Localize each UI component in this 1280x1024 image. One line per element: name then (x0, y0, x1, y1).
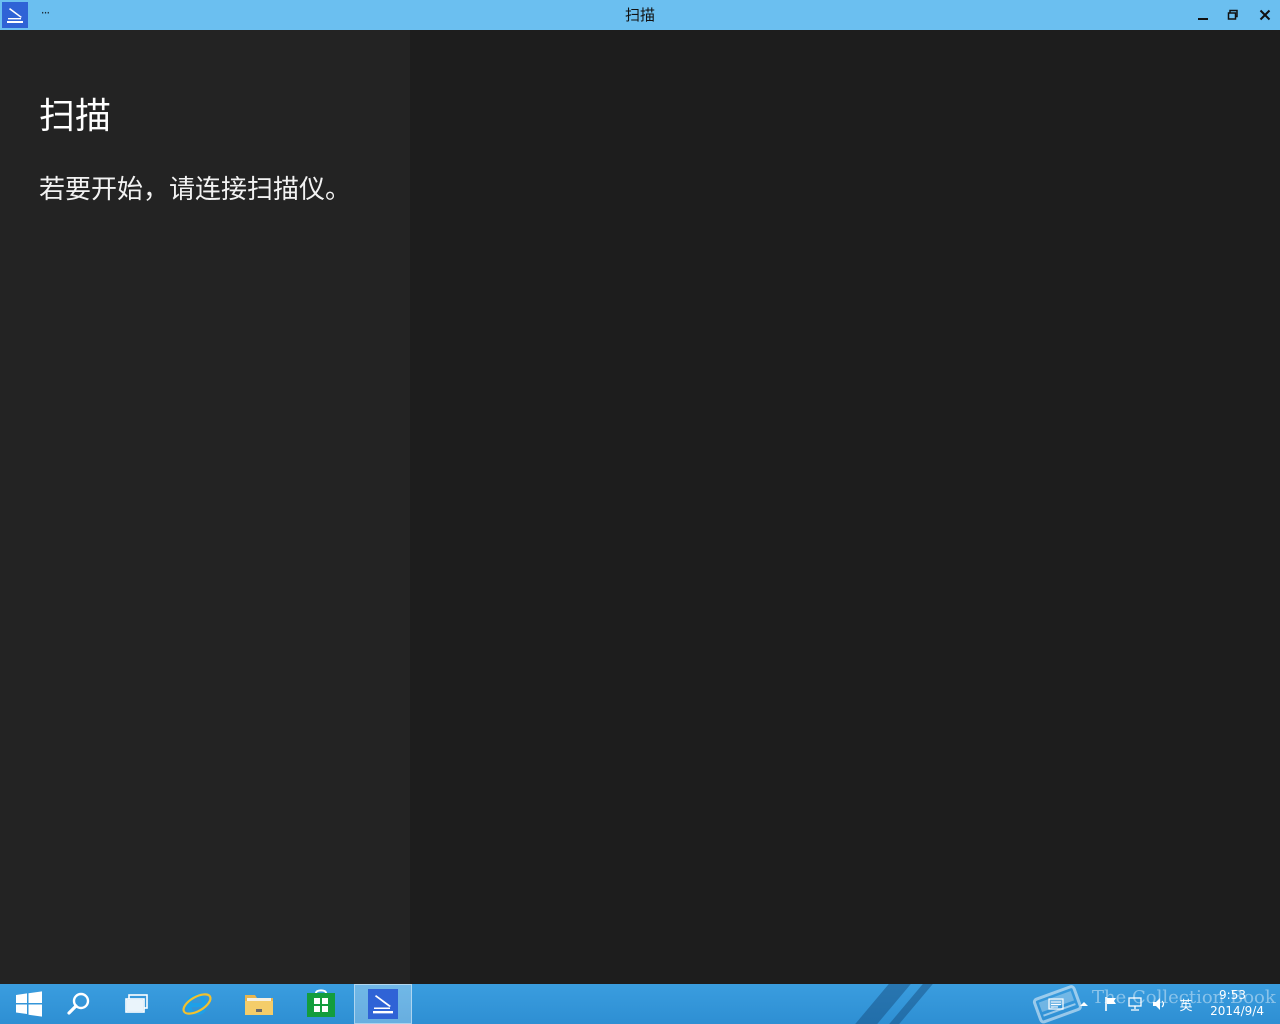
message-icon (1048, 998, 1064, 1010)
task-view-icon (125, 994, 148, 1013)
internet-explorer-button[interactable] (168, 984, 226, 1024)
internet-explorer-icon (182, 993, 212, 1015)
file-explorer-button[interactable] (230, 984, 288, 1024)
flag-icon (1105, 997, 1116, 1011)
ime-indicator[interactable]: 英 (1174, 984, 1198, 1024)
scanner-icon (368, 989, 398, 1019)
minimize-icon (1198, 18, 1208, 20)
network-button[interactable] (1124, 984, 1146, 1024)
close-icon (1259, 9, 1271, 21)
scan-app-button[interactable] (354, 984, 412, 1024)
close-button[interactable] (1250, 0, 1280, 30)
store-icon (307, 989, 335, 1017)
taskbar: The Collection Book 英 9:53 2014/9/4 (0, 984, 1280, 1024)
clock-time: 9:53 (1219, 988, 1246, 1002)
preview-area (410, 30, 1280, 984)
network-icon (1128, 997, 1142, 1011)
show-hidden-icons-button[interactable] (1076, 984, 1092, 1024)
windows-logo-icon (16, 991, 42, 1017)
store-button[interactable] (292, 984, 350, 1024)
clock[interactable]: 9:53 2014/9/4 (1196, 987, 1272, 1023)
speaker-icon (1153, 998, 1165, 1010)
search-icon (67, 992, 90, 1015)
task-view-button[interactable] (108, 984, 166, 1024)
restore-icon (1227, 9, 1238, 20)
more-options-button[interactable]: ··· (36, 3, 54, 25)
folder-icon (245, 995, 273, 1015)
left-pane: 扫描 若要开始，请连接扫描仪。 (0, 30, 410, 984)
window-title: 扫描 (624, 6, 655, 24)
action-center-button[interactable] (1046, 984, 1066, 1024)
minimize-button[interactable] (1188, 0, 1218, 30)
scanner-icon[interactable] (2, 2, 28, 28)
connect-scanner-message: 若要开始，请连接扫描仪。 (39, 175, 352, 205)
volume-button[interactable] (1148, 984, 1170, 1024)
title-bar: ··· 扫描 (0, 0, 1280, 30)
clock-date: 2014/9/4 (1210, 1004, 1264, 1018)
page-title: 扫描 (39, 96, 112, 137)
search-button[interactable] (50, 984, 108, 1024)
chevron-up-icon (1080, 1002, 1088, 1006)
action-flag-button[interactable] (1100, 984, 1122, 1024)
restore-button[interactable] (1218, 0, 1248, 30)
